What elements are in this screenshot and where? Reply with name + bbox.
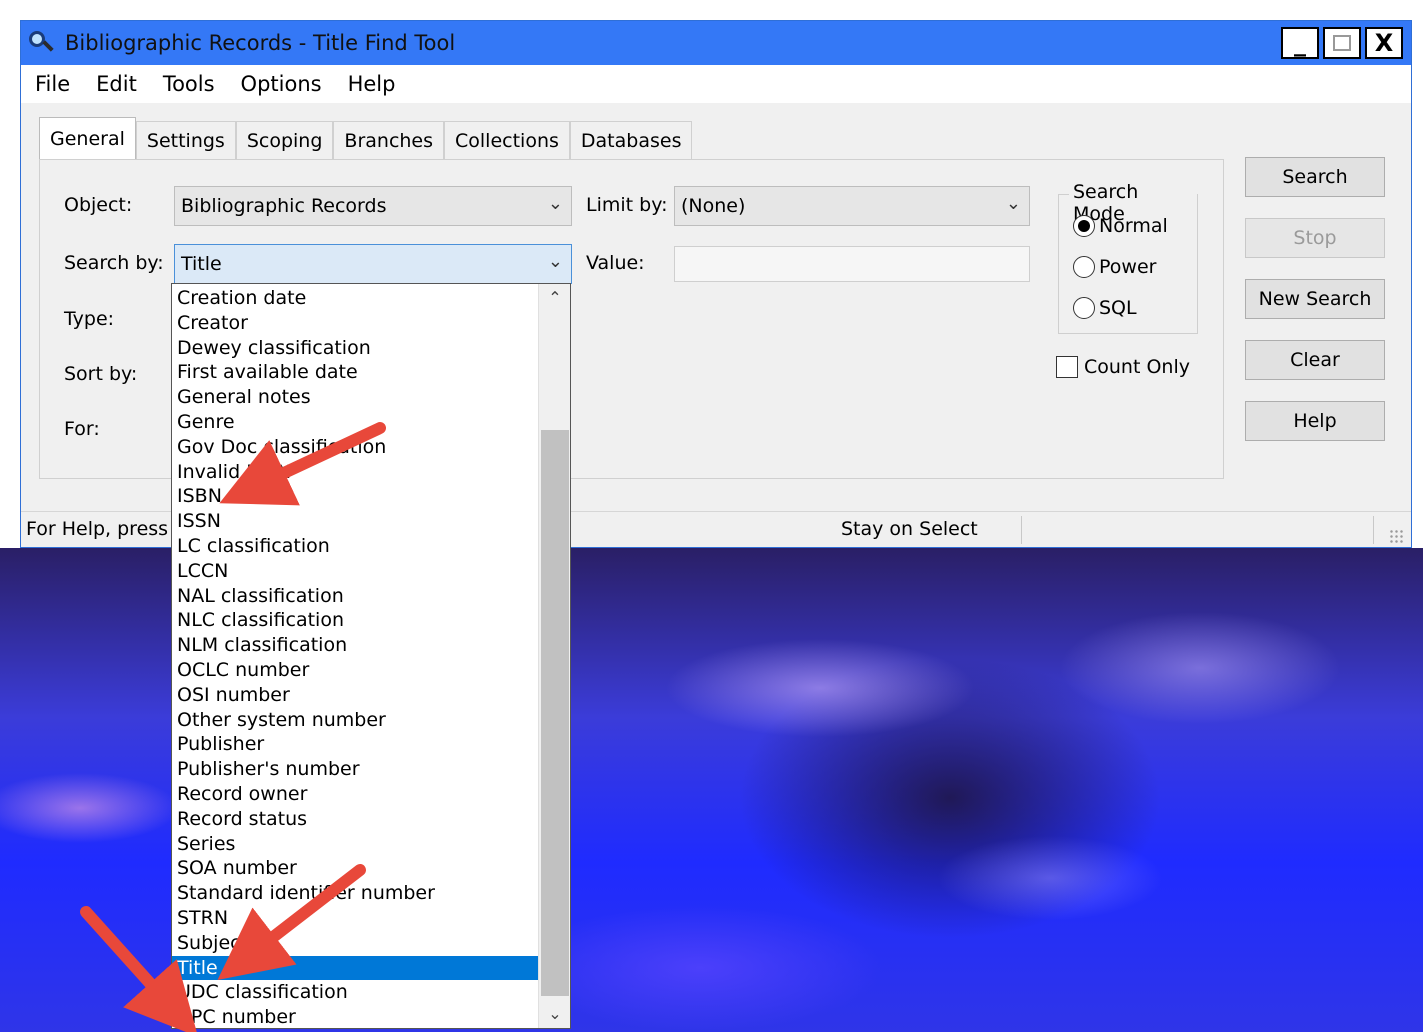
radio-power[interactable]: Power <box>1073 256 1156 278</box>
scroll-down-icon[interactable]: ⌄ <box>539 1000 570 1028</box>
object-select[interactable]: Bibliographic Records ⌄ <box>174 186 572 226</box>
status-separator <box>1373 516 1374 544</box>
dropdown-option[interactable]: NLC classification <box>172 608 538 633</box>
new-search-button[interactable]: New Search <box>1245 279 1385 319</box>
tab-databases[interactable]: Databases <box>569 121 693 159</box>
search-by-label: Search by: <box>64 252 164 274</box>
dropdown-option[interactable]: UPC number <box>172 1005 538 1028</box>
menu-bar: File Edit Tools Options Help <box>21 65 1411 103</box>
dropdown-option[interactable]: Genre <box>172 410 538 435</box>
dropdown-option[interactable]: ISSN <box>172 509 538 534</box>
dropdown-option[interactable]: Invalid ISBN <box>172 460 538 485</box>
maximize-button <box>1323 27 1361 59</box>
scrollbar-thumb[interactable] <box>541 430 569 996</box>
dropdown-option[interactable]: Publisher's number <box>172 757 538 782</box>
menu-edit[interactable]: Edit <box>96 72 137 96</box>
limit-by-select[interactable]: (None) ⌄ <box>674 186 1030 226</box>
help-button[interactable]: Help <box>1245 401 1385 441</box>
count-only-label: Count Only <box>1084 356 1190 378</box>
object-select-value: Bibliographic Records <box>181 195 387 217</box>
limit-by-label: Limit by: <box>586 194 668 216</box>
tab-settings[interactable]: Settings <box>135 121 236 159</box>
dropdown-option[interactable]: Record owner <box>172 782 538 807</box>
search-by-select-value: Title <box>181 253 222 275</box>
sort-by-label: Sort by: <box>64 363 138 385</box>
clear-button[interactable]: Clear <box>1245 340 1385 380</box>
status-separator <box>1021 516 1022 544</box>
tab-strip: General Settings Scoping Branches Collec… <box>39 117 693 159</box>
dropdown-option[interactable]: Creation date <box>172 286 538 311</box>
limit-by-select-value: (None) <box>681 195 746 217</box>
dropdown-option[interactable]: General notes <box>172 385 538 410</box>
close-button[interactable]: X <box>1365 27 1403 59</box>
dropdown-option[interactable]: Series <box>172 832 538 857</box>
object-label: Object: <box>64 194 133 216</box>
search-by-select[interactable]: Title ⌄ <box>174 244 572 284</box>
value-label: Value: <box>586 252 645 274</box>
dropdown-option[interactable]: OCLC number <box>172 658 538 683</box>
dropdown-option[interactable]: LC classification <box>172 534 538 559</box>
search-mode-group: Search Mode Normal Power SQL <box>1058 181 1198 334</box>
title-bar[interactable]: Bibliographic Records - Title Find Tool … <box>21 21 1411 65</box>
status-mode: Stay on Select <box>841 518 978 540</box>
dropdown-option[interactable]: Dewey classification <box>172 336 538 361</box>
menu-options[interactable]: Options <box>241 72 322 96</box>
dropdown-option[interactable]: SOA number <box>172 856 538 881</box>
checkbox-icon <box>1056 356 1078 378</box>
dropdown-option[interactable]: NLM classification <box>172 633 538 658</box>
type-label: Type: <box>64 308 115 330</box>
dropdown-option[interactable]: Publisher <box>172 732 538 757</box>
window-title: Bibliographic Records - Title Find Tool <box>65 31 456 55</box>
dropdown-option[interactable]: OSI number <box>172 683 538 708</box>
menu-help[interactable]: Help <box>348 72 396 96</box>
radio-sql[interactable]: SQL <box>1073 297 1137 319</box>
dropdown-option[interactable]: UDC classification <box>172 980 538 1005</box>
tab-collections[interactable]: Collections <box>444 121 570 159</box>
radio-normal-label: Normal <box>1099 215 1168 237</box>
menu-tools[interactable]: Tools <box>163 72 215 96</box>
dropdown-option[interactable]: Record status <box>172 807 538 832</box>
status-help-text: For Help, press <box>26 518 169 540</box>
tab-scoping[interactable]: Scoping <box>235 121 334 159</box>
radio-sql-label: SQL <box>1099 297 1137 319</box>
radio-normal[interactable]: Normal <box>1073 215 1168 237</box>
radio-unselected-icon <box>1073 297 1095 319</box>
resize-grip-icon[interactable] <box>1389 529 1403 543</box>
chevron-down-icon: ⌄ <box>1005 193 1021 214</box>
scroll-up-icon[interactable]: ⌃ <box>539 284 570 312</box>
dropdown-option[interactable]: Title <box>172 955 538 981</box>
dropdown-option[interactable]: Gov Doc classification <box>172 435 538 460</box>
for-label: For: <box>64 418 100 440</box>
dropdown-option[interactable]: Other system number <box>172 708 538 733</box>
search-button[interactable]: Search <box>1245 157 1385 197</box>
value-input[interactable] <box>674 246 1030 282</box>
dropdown-option[interactable]: STRN <box>172 906 538 931</box>
dropdown-option[interactable]: LCCN <box>172 559 538 584</box>
dropdown-option[interactable]: Subject <box>172 931 538 956</box>
minimize-button[interactable]: _ <box>1281 27 1319 59</box>
chevron-down-icon: ⌄ <box>547 251 563 272</box>
radio-unselected-icon <box>1073 256 1095 278</box>
tab-general[interactable]: General <box>39 117 136 159</box>
radio-power-label: Power <box>1099 256 1157 278</box>
dropdown-option[interactable]: Standard identifier number <box>172 881 538 906</box>
dropdown-option[interactable]: ISBN <box>172 484 538 509</box>
dropdown-option[interactable]: NAL classification <box>172 584 538 609</box>
stop-button[interactable]: Stop <box>1245 218 1385 258</box>
radio-selected-icon <box>1073 215 1095 237</box>
magnifier-app-icon <box>27 29 55 57</box>
dropdown-scrollbar[interactable]: ⌃ ⌄ <box>538 284 570 1028</box>
count-only-checkbox[interactable]: Count Only <box>1056 356 1190 378</box>
menu-file[interactable]: File <box>35 72 70 96</box>
tab-branches[interactable]: Branches <box>333 121 445 159</box>
chevron-down-icon: ⌄ <box>547 193 563 214</box>
dropdown-option[interactable]: First available date <box>172 360 538 385</box>
dropdown-option[interactable]: Creator <box>172 311 538 336</box>
search-by-dropdown-list[interactable]: Creation date Creator Dewey classification… <box>171 283 571 1029</box>
